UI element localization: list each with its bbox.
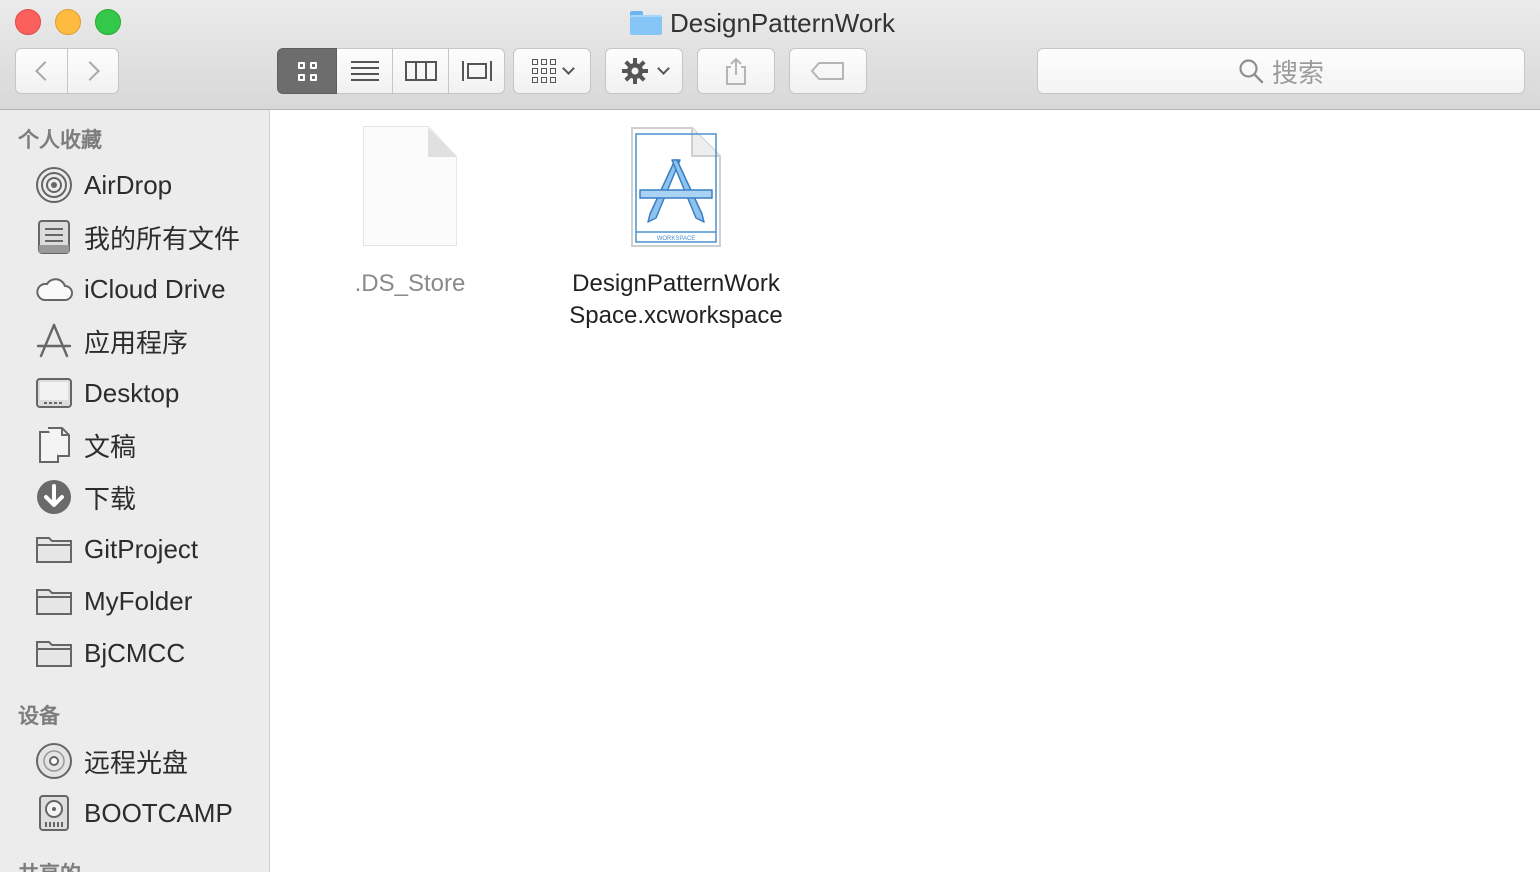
- sidebar-item-documents[interactable]: 文稿: [0, 420, 269, 470]
- sidebar-section-shared: 共享的: [18, 858, 81, 872]
- close-window-button[interactable]: [15, 9, 41, 35]
- forward-button[interactable]: [67, 48, 119, 94]
- folder-icon: [630, 11, 662, 35]
- file-item[interactable]: .DS_Store: [340, 126, 480, 300]
- folder-icon: [34, 633, 74, 673]
- zoom-window-button[interactable]: [95, 9, 121, 35]
- blank-document-icon: [363, 126, 457, 246]
- search-placeholder: 搜索: [1271, 58, 1324, 89]
- window-title-text: DesignPatternWork: [670, 7, 895, 38]
- file-name: DesignPatternWork Space.xcworkspace: [569, 268, 782, 332]
- sidebar-item-label: 应用程序: [84, 328, 189, 359]
- sidebar-item-label: GitProject: [84, 533, 199, 564]
- sidebar-item-remote-disc[interactable]: 远程光盘: [0, 736, 269, 786]
- tag-icon: [811, 62, 844, 80]
- cloud-icon: [34, 269, 74, 309]
- sidebar-item-desktop[interactable]: Desktop: [0, 368, 269, 418]
- sidebar-item-label: iCloud Drive: [84, 273, 226, 304]
- file-name-line: Space.xcworkspace: [569, 302, 783, 329]
- sidebar-item-all-my-files[interactable]: 我的所有文件: [0, 212, 269, 262]
- toolbar: DesignPatternWork 搜索: [0, 0, 1540, 110]
- edit-tags-button[interactable]: [789, 48, 867, 94]
- xcode-workspace-icon: WORKSPACE: [631, 127, 721, 247]
- gear-icon: [621, 58, 648, 84]
- sidebar-item-bjcmcc[interactable]: BjCMCC: [0, 628, 269, 678]
- all-my-files-icon: [34, 217, 74, 257]
- cover-flow-icon: [461, 61, 492, 81]
- list-view-icon: [350, 61, 379, 81]
- icon-view-icon: [297, 61, 317, 81]
- list-view-button[interactable]: [337, 48, 393, 94]
- sidebar-item-icloud-drive[interactable]: iCloud Drive: [0, 264, 269, 314]
- file-name-line: DesignPatternWork: [572, 270, 780, 297]
- chevron-down-icon: [656, 62, 670, 75]
- arrange-menu-button[interactable]: [513, 48, 591, 94]
- icon-view-button[interactable]: [277, 48, 337, 94]
- sidebar: 个人收藏 AirDrop 我的所有文件 iCloud Drive 应用程序 De…: [0, 110, 270, 872]
- desktop-icon: [34, 373, 74, 413]
- column-view-icon: [404, 61, 437, 81]
- chevron-right-icon: [80, 61, 100, 81]
- sidebar-item-label: 文稿: [84, 432, 137, 463]
- minimize-window-button[interactable]: [55, 9, 81, 35]
- file-item[interactable]: WORKSPACE DesignPatternWork Space.xcwork…: [560, 126, 792, 332]
- sidebar-item-label: 我的所有文件: [84, 224, 241, 255]
- view-mode-segmented-control: [277, 48, 505, 94]
- sidebar-item-applications[interactable]: 应用程序: [0, 316, 269, 366]
- sidebar-item-label: AirDrop: [84, 169, 173, 200]
- documents-icon: [34, 425, 74, 465]
- search-icon: [1239, 59, 1264, 84]
- sidebar-section-favorites: 个人收藏: [18, 128, 102, 152]
- airdrop-icon: [34, 165, 74, 205]
- sidebar-item-myfolder[interactable]: MyFolder: [0, 576, 269, 626]
- cover-flow-view-button[interactable]: [449, 48, 505, 94]
- sidebar-item-label: Desktop: [84, 377, 180, 408]
- file-name: .DS_Store: [354, 270, 466, 297]
- chevron-left-icon: [34, 61, 55, 81]
- arrange-icon: [531, 59, 556, 83]
- action-menu-button[interactable]: [605, 48, 683, 94]
- sidebar-item-airdrop[interactable]: AirDrop: [0, 160, 269, 210]
- downloads-icon: [34, 477, 74, 517]
- share-button[interactable]: [697, 48, 775, 94]
- column-view-button[interactable]: [393, 48, 449, 94]
- share-icon: [726, 57, 746, 85]
- sidebar-item-label: BjCMCC: [84, 637, 186, 668]
- workspace-badge: WORKSPACE: [657, 236, 696, 242]
- folder-icon: [34, 529, 74, 569]
- sidebar-item-label: BOOTCAMP: [84, 797, 233, 828]
- file-browser-content: .DS_Store WORKSPACE DesignPatternWork Sp…: [270, 110, 1540, 872]
- folder-icon: [34, 581, 74, 621]
- sidebar-item-label: 远程光盘: [84, 748, 189, 779]
- sidebar-item-downloads[interactable]: 下载: [0, 472, 269, 522]
- sidebar-item-label: MyFolder: [84, 585, 193, 616]
- hard-drive-icon: [34, 793, 74, 833]
- chevron-down-icon: [561, 62, 575, 75]
- sidebar-section-devices: 设备: [18, 704, 60, 728]
- back-button[interactable]: [15, 48, 68, 94]
- applications-icon: [34, 321, 74, 361]
- sidebar-item-gitproject[interactable]: GitProject: [0, 524, 269, 574]
- window-title: DesignPatternWork: [630, 6, 895, 40]
- sidebar-item-bootcamp[interactable]: BOOTCAMP: [0, 788, 269, 838]
- sidebar-item-label: 下载: [84, 484, 137, 515]
- search-field[interactable]: 搜索: [1037, 48, 1525, 94]
- optical-disc-icon: [34, 741, 74, 781]
